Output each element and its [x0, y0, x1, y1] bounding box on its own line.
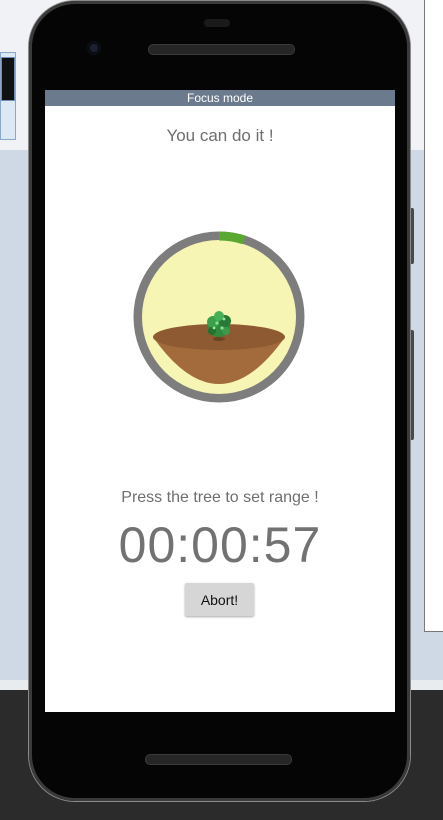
phone-sensor [204, 19, 230, 27]
background-window-right [424, 0, 443, 632]
tree-dial-graphic [133, 231, 305, 403]
abort-button[interactable]: Abort! [185, 583, 254, 616]
background-window-left [0, 52, 16, 140]
app-title: Focus mode [186, 91, 254, 105]
tree-timer-dial[interactable] [133, 231, 305, 403]
phone-bottom-speaker [145, 754, 292, 765]
phone-earpiece [148, 44, 295, 55]
progress-ring-fill [218, 231, 246, 245]
phone-frame: Focus mode You can do it ! Press the tre… [29, 1, 410, 801]
front-camera-icon [87, 41, 101, 55]
countdown-timer: 00:00:57 [118, 517, 322, 573]
app-title-bar: Focus mode [45, 90, 395, 106]
motivation-text: You can do it ! [166, 126, 274, 145]
app-screen: Focus mode You can do it ! Press the tre… [45, 90, 395, 712]
instruction-text: Press the tree to set range ! [121, 489, 319, 506]
